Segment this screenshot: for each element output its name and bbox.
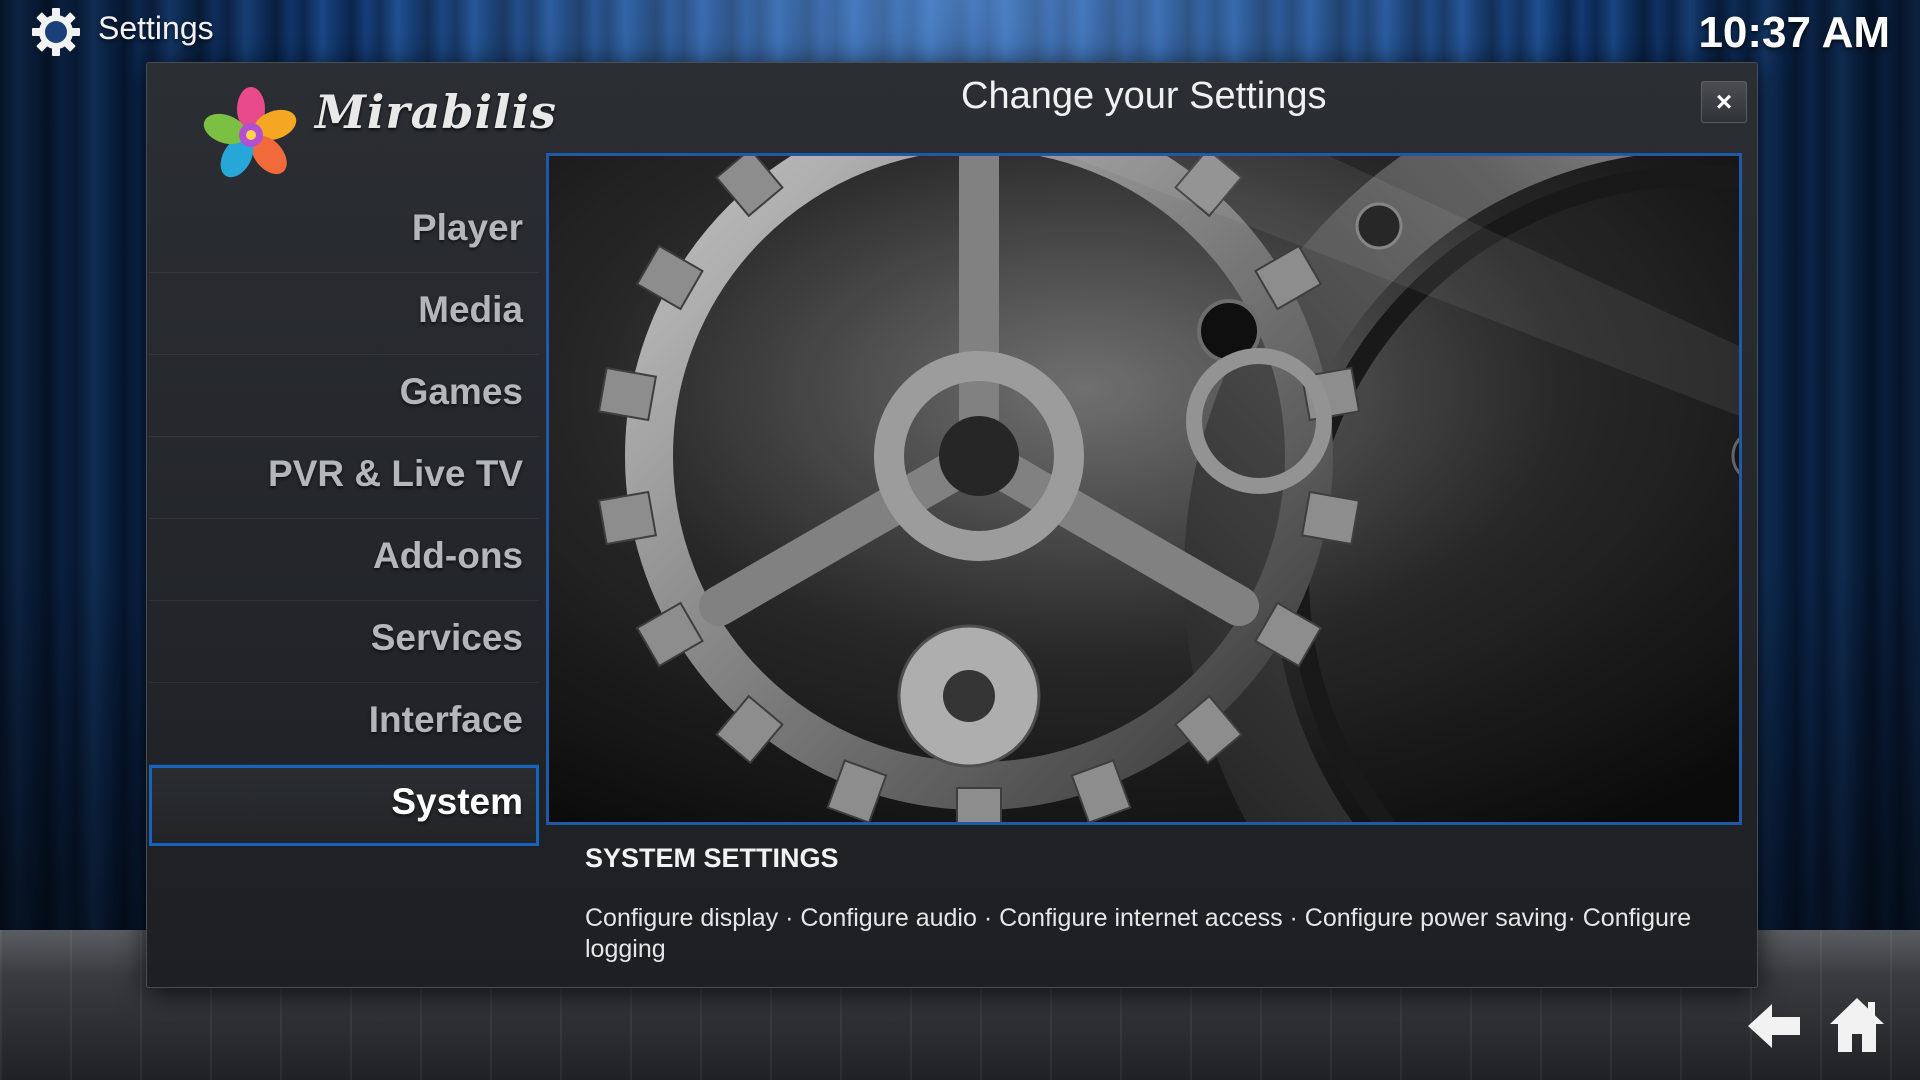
home-icon[interactable] <box>1828 996 1886 1054</box>
dialog-title: Change your Settings <box>961 75 1327 117</box>
close-button[interactable]: × <box>1701 81 1747 123</box>
settings-dialog: Mirabilis Change your Settings × Player … <box>146 62 1758 988</box>
menu-item-label: Services <box>370 617 523 658</box>
logo-text: Mirabilis <box>315 85 557 139</box>
description-text: Configure display · Configure audio · Co… <box>585 904 1692 963</box>
category-preview-image <box>546 153 1742 825</box>
menu-item-label: Player <box>411 207 523 248</box>
menu-item-system[interactable]: System <box>149 765 539 846</box>
menu-item-add-ons[interactable]: Add-ons <box>149 519 539 601</box>
menu-item-label: PVR & Live TV <box>268 453 523 494</box>
menu-item-player[interactable]: Player <box>149 191 539 273</box>
description-title: SYSTEM SETTINGS <box>585 843 839 873</box>
menu-item-label: System <box>391 781 523 822</box>
menu-item-label: Add-ons <box>372 535 523 576</box>
menu-item-media[interactable]: Media <box>149 273 539 355</box>
menu-item-label: Media <box>418 289 523 330</box>
menu-item-label: Interface <box>368 699 523 740</box>
menu-item-games[interactable]: Games <box>149 355 539 437</box>
menu-item-services[interactable]: Services <box>149 601 539 683</box>
settings-menu: Player Media Games PVR & Live TV Add-ons… <box>149 191 539 846</box>
clock: 10:37 AM <box>1698 8 1890 57</box>
page-title: Settings <box>98 10 214 46</box>
gears-artwork <box>549 156 1739 822</box>
menu-item-interface[interactable]: Interface <box>149 683 539 765</box>
menu-item-label: Games <box>399 371 523 412</box>
back-arrow-icon[interactable] <box>1748 1002 1802 1050</box>
gear-icon <box>32 8 80 56</box>
menu-item-pvr-live-tv[interactable]: PVR & Live TV <box>149 437 539 519</box>
